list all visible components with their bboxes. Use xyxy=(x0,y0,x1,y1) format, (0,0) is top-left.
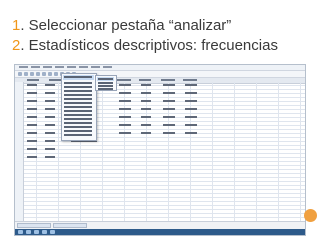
descriptivos-submenu[interactable] xyxy=(95,75,117,91)
analizar-menu[interactable] xyxy=(61,73,97,141)
spss-screenshot xyxy=(14,64,306,236)
decorative-dot xyxy=(304,209,317,222)
data-grid[interactable] xyxy=(15,82,305,224)
instruction-step-1: 1. Seleccionar pestaña “analizar” xyxy=(12,17,231,34)
step-2-text: . Estadísticos descriptivos: frecuencias xyxy=(20,37,278,54)
row-numbers xyxy=(15,82,24,224)
view-tabs[interactable] xyxy=(15,221,305,229)
taskbar xyxy=(15,229,305,235)
step-1-text: . Seleccionar pestaña “analizar” xyxy=(20,17,232,34)
toolbar xyxy=(15,71,305,78)
instruction-step-2: 2. Estadísticos descriptivos: frecuencia… xyxy=(12,37,278,54)
